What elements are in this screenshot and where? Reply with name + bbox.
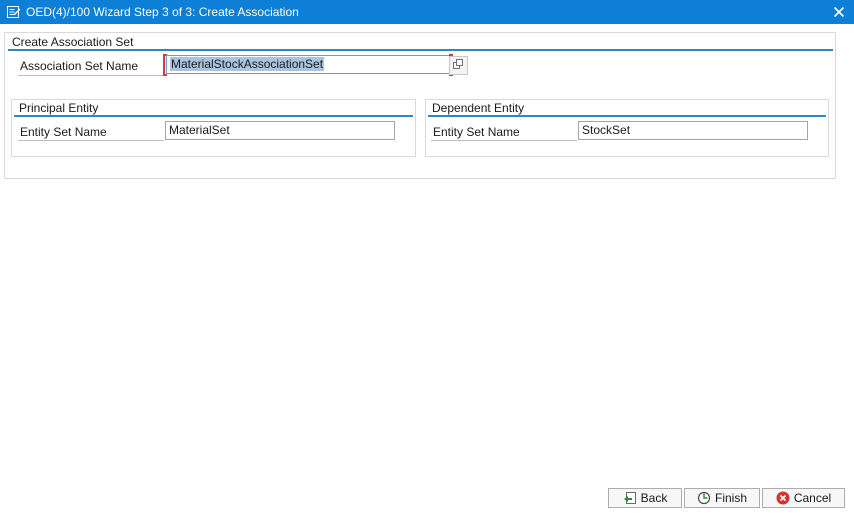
- label-underline: [431, 140, 577, 141]
- dependent-entity-set-label: Entity Set Name: [433, 125, 520, 139]
- window-title: OED(4)/100 Wizard Step 3 of 3: Create As…: [26, 5, 299, 19]
- cancel-button[interactable]: Cancel: [762, 488, 845, 508]
- cancel-icon: [776, 491, 790, 505]
- label-underline: [18, 75, 164, 76]
- close-icon[interactable]: [830, 3, 848, 21]
- principal-entity-set-input[interactable]: MaterialSet: [165, 121, 395, 140]
- association-set-name-label: Association Set Name: [20, 59, 139, 73]
- association-set-name-value: MaterialStockAssociationSet: [170, 57, 325, 71]
- association-set-name-input[interactable]: MaterialStockAssociationSet: [166, 55, 450, 74]
- create-association-set-title: Create Association Set: [12, 35, 134, 49]
- group-header-line: [8, 49, 833, 51]
- principal-header-line: [14, 115, 413, 117]
- dependent-entity-title: Dependent Entity: [432, 101, 525, 115]
- dependent-header-line: [428, 115, 826, 117]
- title-bar: OED(4)/100 Wizard Step 3 of 3: Create As…: [0, 0, 854, 24]
- value-help-icon: [453, 58, 464, 73]
- back-button[interactable]: Back: [608, 488, 682, 508]
- value-help-button[interactable]: [449, 56, 468, 75]
- back-button-label: Back: [640, 491, 668, 505]
- back-arrow-icon: [623, 491, 637, 505]
- principal-entity-set-label: Entity Set Name: [20, 125, 107, 139]
- dependent-entity-set-input[interactable]: StockSet: [578, 121, 808, 140]
- cancel-button-label: Cancel: [793, 491, 832, 505]
- finish-icon: [697, 491, 711, 505]
- finish-button[interactable]: Finish: [684, 488, 760, 508]
- finish-button-label: Finish: [714, 491, 747, 505]
- wizard-icon: [5, 0, 23, 24]
- label-underline: [18, 140, 164, 141]
- principal-entity-title: Principal Entity: [19, 101, 99, 115]
